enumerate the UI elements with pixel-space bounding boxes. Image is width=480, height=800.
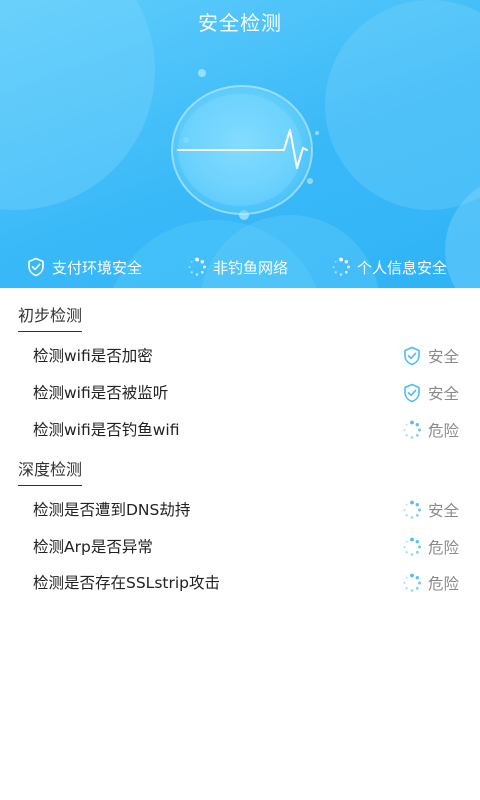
check-status: 安全 [402,495,459,525]
status-item-label: 个人信息安全 [357,258,448,277]
loading-spinner-icon [403,573,421,592]
page-title: 安全检测 [198,11,282,35]
check-label: 检测是否存在SSLstrip攻击 [33,574,220,592]
check-status-text: 危险 [428,422,460,440]
check-label: 检测Arp是否异常 [33,538,153,556]
shield-check-icon [28,257,44,277]
shield-check-icon [404,346,420,366]
check-label: 检测wifi是否加密 [33,347,153,365]
loading-spinner-icon [403,537,421,556]
hero-banner: 安全检测 支付环境安全 非钓鱼网络 个人信息安全 [0,0,480,288]
check-label: 检测wifi是否被监听 [33,384,169,402]
check-row: 检测wifi是否加密 安全 [0,341,480,371]
loading-spinner-icon [188,257,206,276]
check-status: 危险 [402,568,459,598]
check-row: 检测是否存在SSLstrip攻击 危险 [0,568,480,598]
check-status-text: 危险 [428,539,460,557]
section-title-deep: 深度检测 [18,459,83,486]
check-row: 检测是否遭到DNS劫持 安全 [0,495,480,525]
check-row: 检测wifi是否被监听 安全 [0,378,480,408]
check-status: 安全 [402,378,459,408]
loading-spinner-icon [403,420,421,439]
hero-background [0,0,480,288]
check-row: 检测Arp是否异常 危险 [0,532,480,562]
check-status: 安全 [402,341,459,371]
status-item-label: 支付环境安全 [52,258,143,277]
check-status: 危险 [402,415,459,445]
status-summary-row: 支付环境安全 非钓鱼网络 个人信息安全 [0,252,480,282]
check-status: 危险 [402,532,459,562]
section-title-initial: 初步检测 [18,305,83,332]
check-row: 检测wifi是否钓鱼wifi 危险 [0,415,480,445]
loading-spinner-icon [332,257,350,276]
check-status-text: 安全 [428,385,460,403]
check-label: 检测是否遭到DNS劫持 [33,501,191,519]
status-item-phishing: 非钓鱼网络 [187,252,288,282]
check-status-text: 安全 [428,502,460,520]
status-item-personal-info: 个人信息安全 [331,252,447,282]
status-item-payment: 支付环境安全 [26,252,142,282]
status-item-label: 非钓鱼网络 [213,258,289,277]
shield-check-icon [404,383,420,403]
loading-spinner-icon [403,500,421,519]
check-label: 检测wifi是否钓鱼wifi [33,421,180,439]
check-status-text: 安全 [428,348,460,366]
check-status-text: 危险 [428,575,460,593]
